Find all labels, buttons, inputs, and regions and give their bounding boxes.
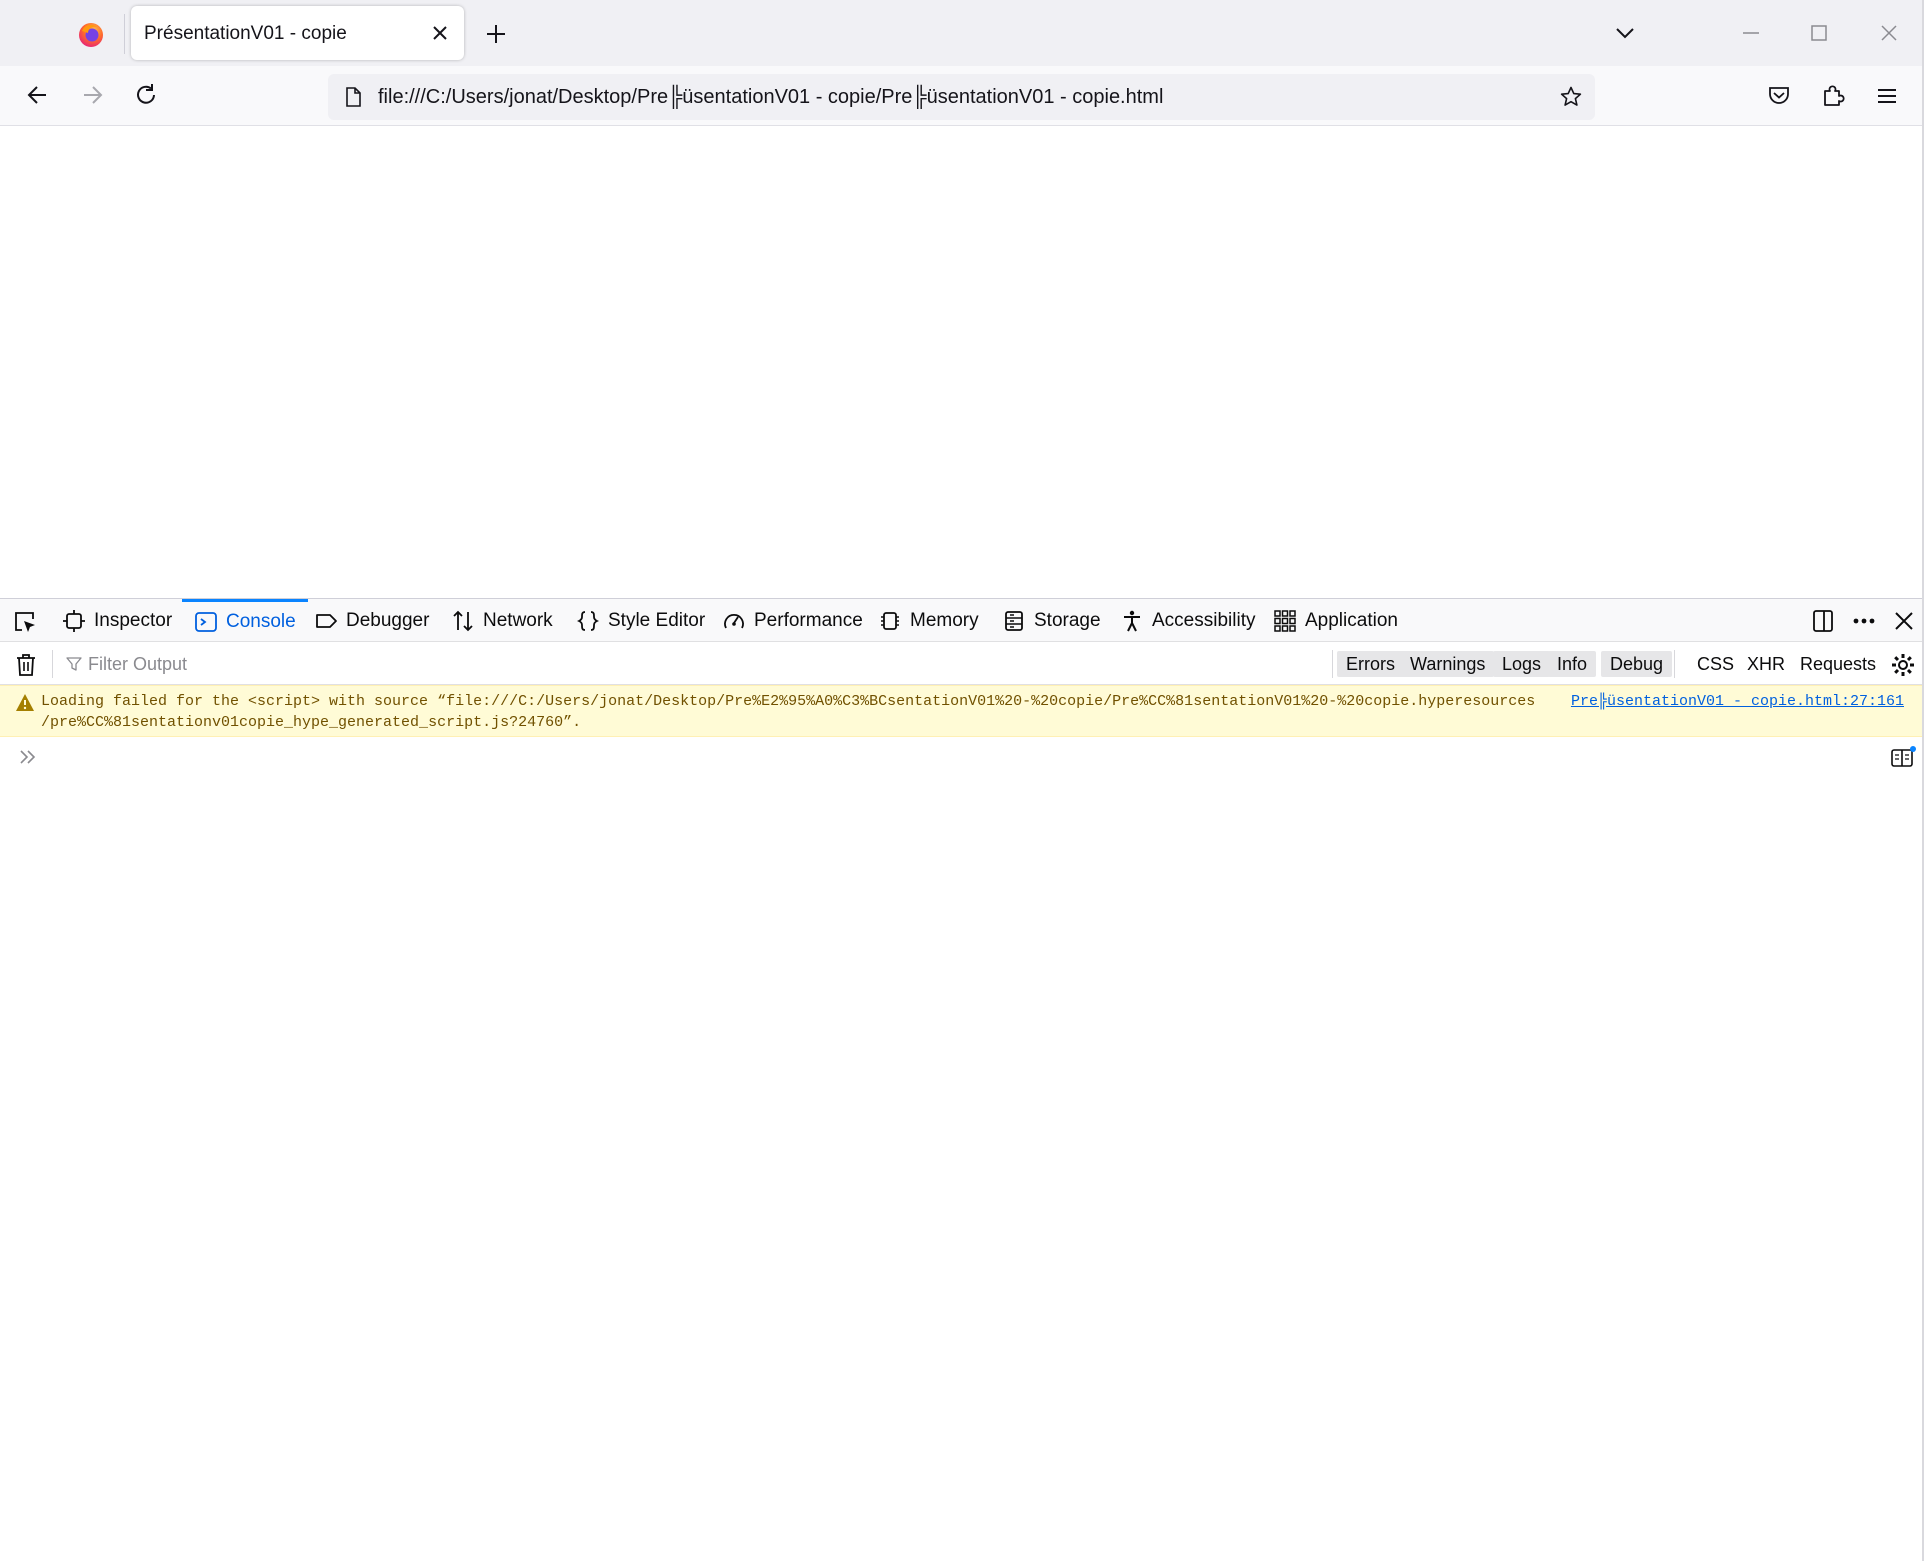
tab-label: Application — [1305, 609, 1398, 631]
tab-storage[interactable]: Storage — [1002, 599, 1101, 642]
separator — [1332, 650, 1333, 678]
app-menu-hamburger-icon[interactable] — [1873, 82, 1901, 110]
console-settings-gear-icon[interactable] — [1890, 652, 1916, 678]
separator — [1674, 650, 1675, 678]
firefox-logo-icon[interactable] — [78, 22, 104, 48]
clear-console-trash-icon[interactable] — [14, 652, 38, 678]
tab-console[interactable]: Console — [182, 599, 308, 642]
tab-divider — [124, 14, 125, 54]
tab-memory[interactable]: Memory — [878, 599, 979, 642]
devtools-panel: Inspector Console Debugger Network Style… — [0, 598, 1924, 1561]
filter-warnings-button[interactable]: Warnings — [1401, 651, 1495, 677]
console-filter-bar: Errors Warnings Logs Info Debug CSS XHR … — [0, 642, 1924, 685]
filter-css-button[interactable]: CSS — [1697, 651, 1734, 677]
tab-label: Debugger — [346, 609, 430, 631]
tab-label: Storage — [1034, 609, 1101, 631]
tab-debugger[interactable]: Debugger — [314, 599, 429, 642]
reload-icon[interactable] — [132, 81, 160, 109]
tab-inspector[interactable]: Inspector — [62, 599, 172, 642]
window-maximize-icon[interactable] — [1808, 22, 1830, 44]
tab-application[interactable]: Application — [1273, 599, 1398, 642]
more-options-ellipsis-icon[interactable] — [1851, 609, 1877, 633]
window-minimize-icon[interactable] — [1740, 22, 1762, 44]
message-source-link[interactable]: Pre╠üsentationV01 - copie.html:27:161 — [1571, 691, 1904, 712]
debugger-icon — [316, 613, 337, 628]
warning-message-text: Loading failed for the <script> with sou… — [41, 691, 1561, 733]
page-content-area[interactable] — [0, 126, 1924, 598]
tab-label: Network — [483, 609, 553, 631]
filter-xhr-button[interactable]: XHR — [1747, 651, 1785, 677]
element-picker-icon[interactable] — [12, 609, 38, 635]
window-close-icon[interactable] — [1877, 21, 1901, 45]
tab-label: Console — [226, 611, 296, 632]
filter-debug-button[interactable]: Debug — [1601, 651, 1673, 677]
warning-line-1: Loading failed for the <script> with sou… — [41, 693, 1536, 710]
tab-strip: PrésentationV01 - copie — [0, 0, 1924, 66]
filter-requests-button[interactable]: Requests — [1800, 651, 1876, 677]
close-devtools-icon[interactable] — [1891, 609, 1917, 633]
storage-icon — [1005, 610, 1023, 631]
application-icon — [1274, 609, 1296, 632]
new-tab-plus-icon[interactable] — [484, 22, 508, 46]
network-icon — [453, 610, 473, 631]
performance-icon — [724, 613, 744, 628]
filter-errors-button[interactable]: Errors — [1337, 651, 1404, 677]
forward-arrow-icon[interactable] — [78, 81, 106, 109]
separator — [52, 650, 53, 678]
tab-label: Performance — [754, 609, 863, 631]
tab-accessibility[interactable]: Accessibility — [1120, 599, 1255, 642]
filter-info-button[interactable]: Info — [1548, 651, 1597, 677]
editor-mode-toggle-icon[interactable] — [1890, 746, 1916, 770]
tab-title: PrésentationV01 - copie — [144, 23, 347, 44]
url-text[interactable]: file:///C:/Users/jonat/Desktop/Pre╠üsent… — [378, 86, 1163, 109]
back-arrow-icon[interactable] — [24, 81, 52, 109]
style-editor-icon — [576, 610, 600, 631]
console-message-warning: Loading failed for the <script> with sou… — [0, 685, 1924, 737]
inspector-icon — [63, 609, 85, 632]
tab-network[interactable]: Network — [451, 599, 553, 642]
tab-label: Inspector — [94, 609, 173, 631]
dock-side-icon[interactable] — [1810, 609, 1836, 633]
warning-triangle-icon — [15, 693, 35, 712]
tab-performance[interactable]: Performance — [722, 599, 863, 642]
memory-icon — [881, 611, 899, 630]
url-bar[interactable]: file:///C:/Users/jonat/Desktop/Pre╠üsent… — [328, 74, 1595, 120]
list-all-tabs-chevron-icon[interactable] — [1614, 22, 1636, 44]
tab-label: Memory — [910, 609, 979, 631]
extensions-puzzle-icon[interactable] — [1819, 82, 1847, 110]
console-prompt-chevron-icon — [18, 747, 38, 767]
tab-close-icon[interactable] — [429, 22, 451, 44]
filter-logs-button[interactable]: Logs — [1493, 651, 1551, 677]
pocket-icon[interactable] — [1765, 82, 1793, 110]
bookmark-star-icon[interactable] — [1559, 85, 1583, 109]
console-icon — [195, 612, 217, 632]
tab-style-editor[interactable]: Style Editor — [576, 599, 705, 642]
filter-output-input[interactable] — [64, 650, 1324, 678]
accessibility-icon — [1124, 610, 1140, 631]
navigation-toolbar: file:///C:/Users/jonat/Desktop/Pre╠üsent… — [0, 66, 1924, 126]
tab-active[interactable]: PrésentationV01 - copie — [131, 6, 464, 60]
page-icon — [342, 86, 364, 108]
tab-label: Accessibility — [1152, 609, 1256, 631]
warning-line-2: /pre%CC%81sentationv01copie_hype_generat… — [41, 714, 582, 731]
tab-label: Style Editor — [608, 609, 706, 631]
devtools-toolbar: Inspector Console Debugger Network Style… — [0, 599, 1924, 642]
